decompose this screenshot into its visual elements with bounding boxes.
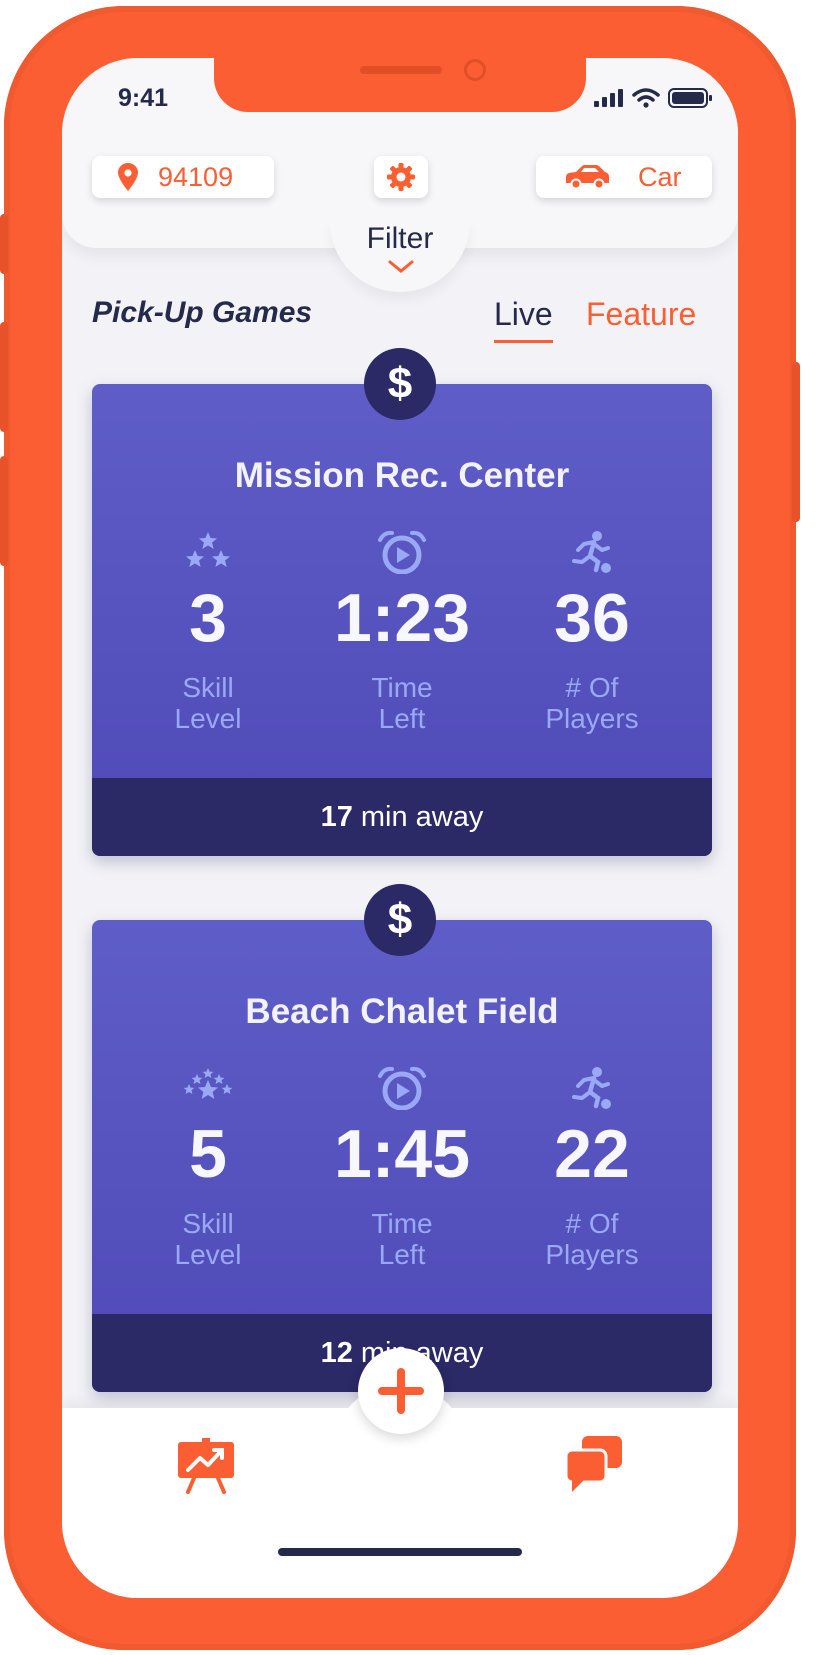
filter-label[interactable]: Filter [62,222,738,256]
status-time: 9:41 [118,84,169,112]
distance-value: 12 [320,1336,353,1369]
soccer-player-icon [572,531,611,573]
mute-switch [0,214,8,274]
add-game-button[interactable] [358,1348,444,1434]
time-stat: 1:23 Time Left [302,530,502,734]
skill-value: 5 [189,1116,227,1192]
time-value: 1:45 [333,1116,471,1192]
power-button [792,362,800,522]
alarm-clock-icon [378,1066,426,1110]
time-label-2: Left [378,1239,426,1270]
app-screen: 9:41 94109 Car Filter Pick-Up Games Live… [62,58,738,1598]
distance-text: min away [360,800,484,833]
time-label-1: Time [371,672,433,703]
chevron-down-icon[interactable] [388,260,414,274]
speaker-grille [360,66,442,74]
section-title: Pick-Up Games [92,296,313,329]
wifi-icon [632,88,660,108]
map-pin-icon [118,163,138,191]
players-label-2: Players [545,1239,639,1270]
skill-value: 3 [189,580,227,656]
presentation-chart-icon[interactable] [176,1438,236,1494]
players-stat: 22 # Of Players [492,1066,692,1270]
tab-feature[interactable]: Feature [586,296,696,333]
time-label-2: Left [378,703,426,734]
skill-label-1: Skill [182,1208,234,1239]
battery-icon [668,88,712,108]
game-card[interactable]: Beach Chalet Field 5 Skill Level 1:45 Ti… [92,920,712,1392]
time-value: 1:23 [333,580,471,656]
chat-bubbles-icon[interactable] [564,1436,624,1494]
time-stat: 1:45 Time Left [302,1066,502,1270]
alarm-clock-icon [378,530,426,574]
skill-stat: 5 Skill Level [108,1066,308,1270]
settings-button[interactable] [374,156,428,198]
location-chip[interactable]: 94109 [92,156,274,198]
transport-chip[interactable]: Car [536,156,712,198]
game-name: Mission Rec. Center [234,456,570,495]
tab-live[interactable]: Live [494,296,553,343]
players-value: 36 [554,580,630,656]
game-card[interactable]: Mission Rec. Center 3 Skill Level 1:23 T… [92,384,712,856]
players-label-1: # Of [565,1208,619,1239]
distance-bar: 17 min away [92,778,712,856]
plus-icon [378,1368,424,1414]
location-code: 94109 [158,161,234,192]
transport-mode: Car [638,161,682,192]
soccer-player-icon [572,1067,611,1109]
skill-label-2: Level [174,1239,242,1270]
signal-icon [594,89,623,107]
device-notch [214,58,586,112]
stars-icon [186,532,230,567]
players-value: 22 [554,1116,630,1192]
price-badge: $ [364,884,436,956]
car-icon [566,165,609,189]
game-name: Beach Chalet Field [245,992,559,1031]
home-indicator [278,1548,522,1556]
status-icons [594,88,712,108]
phone-frame: 9:41 94109 Car Filter Pick-Up Games Live… [0,6,800,1650]
distance-value: 17 [320,800,353,833]
volume-down-button [0,456,8,566]
players-stat: 36 # Of Players [492,530,692,734]
stars-icon [183,1068,233,1099]
skill-label-2: Level [174,703,242,734]
front-camera [464,59,486,81]
gear-icon [387,163,415,191]
price-badge: $ [364,348,436,420]
players-label-1: # Of [565,672,619,703]
time-label-1: Time [371,1208,433,1239]
skill-stat: 3 Skill Level [108,530,308,734]
volume-up-button [0,322,8,432]
skill-label-1: Skill [182,672,234,703]
players-label-2: Players [545,703,639,734]
